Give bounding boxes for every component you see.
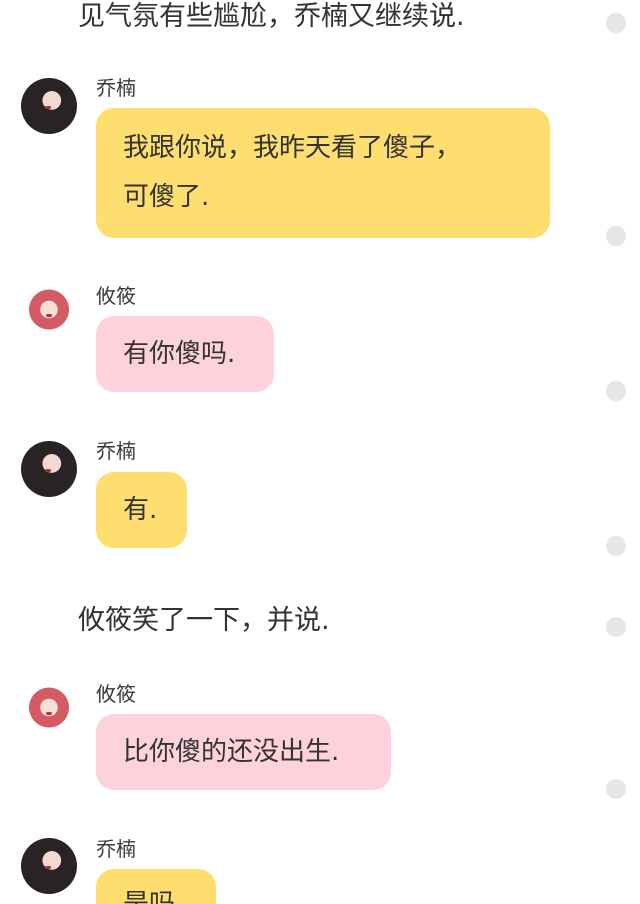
chat-bubble: 比你傻的还没出生. [96,714,391,790]
scroll-dot [606,617,626,637]
speaker-name: 乔楠 [96,837,136,861]
chat-bubble: 我跟你说，我昨天看了傻子， 可傻了. [96,108,550,238]
chat-message-text: 有你傻吗. [123,339,236,369]
chat-message-text: 比你傻的还没出生. [123,737,340,767]
scroll-dot [606,381,626,401]
chat-bubble: 有. [96,472,187,548]
chat-message-text: 我跟你说，我昨天看了傻子， 可傻了. [123,133,462,212]
woman-dark-hair-avatar[interactable] [21,838,77,894]
speaker-name: 攸筱 [96,284,136,308]
speaker-name: 乔楠 [96,76,136,100]
speaker-name: 乔楠 [96,439,136,463]
chat-message-text: 有. [123,495,158,525]
scroll-dot [606,536,626,556]
chat-message-text: 是吗 [123,889,176,904]
speaker-name: 攸筱 [96,682,136,706]
narration-text: 见气氛有些尴尬，乔楠又继续说. [78,1,465,32]
woman-dark-hair-avatar[interactable] [21,78,77,134]
scroll-dot [606,13,626,33]
woman-dark-hair-avatar[interactable] [21,441,77,497]
woman-pink-hair-avatar[interactable] [21,684,77,740]
scroll-dot [606,226,626,246]
chat-bubble: 有你傻吗. [96,316,274,392]
narration-text: 攸筱笑了一下，并说. [78,605,330,636]
scroll-dot [606,779,626,799]
chat-bubble: 是吗 [96,869,216,904]
woman-pink-hair-avatar[interactable] [21,286,77,342]
